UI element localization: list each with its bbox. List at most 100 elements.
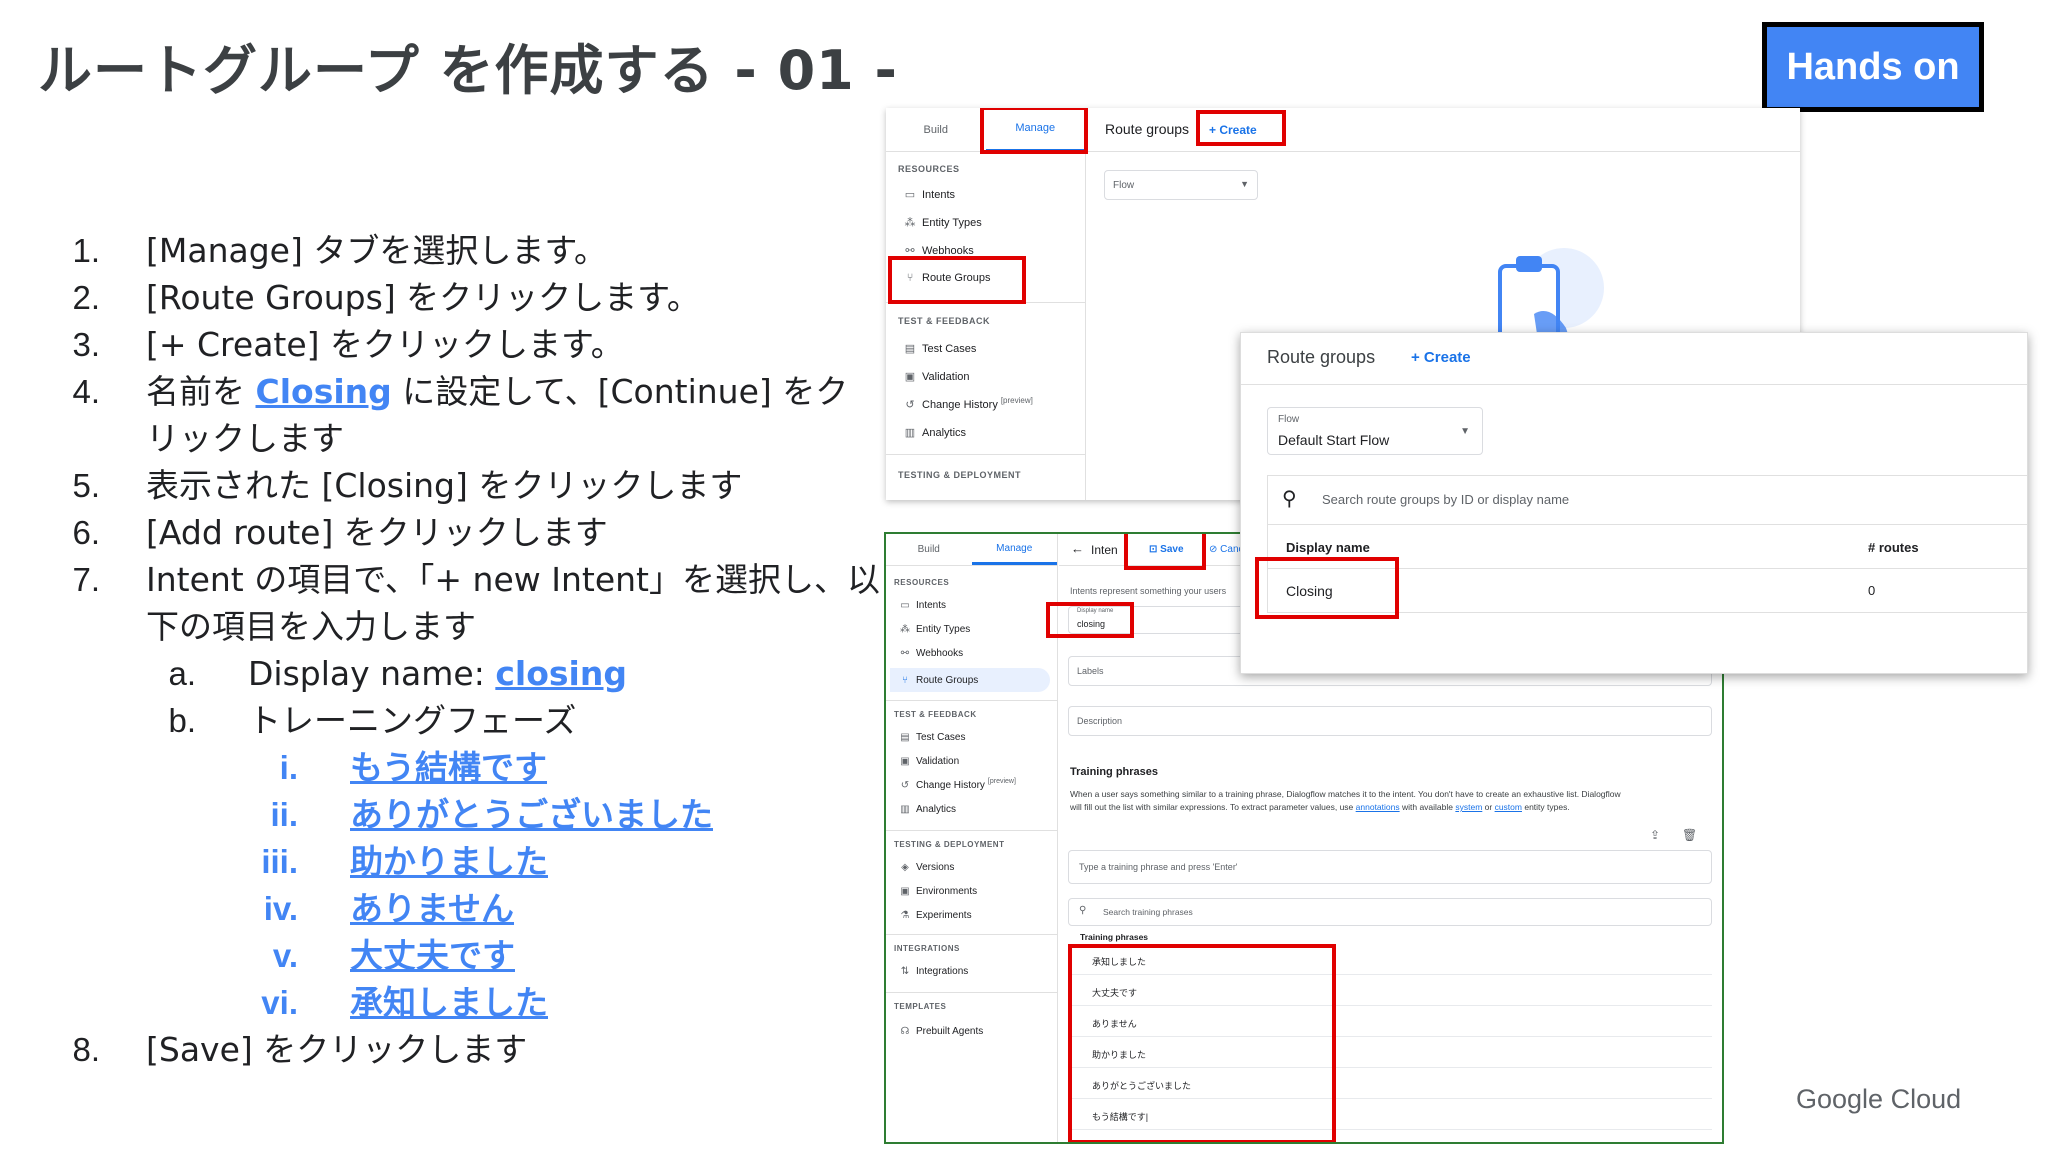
tab-build[interactable]: Build [886,108,986,152]
phrase-link[interactable]: 承知しました [350,980,548,1026]
closing-display-name-link[interactable]: closing [495,654,627,693]
highlight-training-phrases [1068,944,1336,1142]
phrase-number: i. [279,749,298,786]
step-text: Intent の項目で、「+ new Intent」を選択し、以 [146,560,880,599]
integrations-icon: ⇅ [900,966,910,977]
highlight-route-groups [888,256,1026,304]
versions-icon: ◈ [901,862,909,873]
search-icon: ⚲ [1079,905,1087,916]
section-integrations: INTEGRATIONS [894,944,960,953]
system-link[interactable]: system [1455,802,1482,812]
sidebar-item-validation[interactable]: ▣ Validation [898,370,970,384]
step-text: リックします [146,419,344,458]
step-number: 4. [72,373,100,410]
test-cases-icon: ▤ [904,343,916,355]
page-title: Route groups [1267,347,1376,367]
sidebar-item-change-history[interactable]: ↺ Change History [preview] [898,396,1033,411]
sidebar-item-entity-types[interactable]: ⁂ Entity Types [894,624,970,635]
step-text: 名前を Closing に設定して、[Continue] をク [146,369,848,415]
step-number: 3. [72,326,100,363]
custom-link[interactable]: custom [1495,802,1522,812]
sidebar-item-label: Route Groups [916,674,979,686]
step-number: 2. [72,279,100,316]
sidebar-item-experiments[interactable]: ⚗ Experiments [894,910,972,921]
back-arrow-icon[interactable]: ← [1071,541,1084,556]
phrase-link[interactable]: 助かりました [350,839,548,885]
flow-select[interactable]: Flow Default Start Flow ▼ [1267,407,1483,455]
training-help-line-2: will fill out the list with similar expr… [1070,802,1570,812]
step-text: 表示された [Closing] をクリックします [146,466,743,505]
sidebar-item-intents[interactable]: ▭ Intents [894,600,946,611]
flow-select[interactable]: Flow ▼ [1104,170,1258,200]
google-cloud-logo: Google Cloud [1796,1084,1962,1114]
chevron-down-icon: ▼ [1240,179,1249,189]
sidebar-item-label: Validation [916,756,960,767]
step-number: 1. [72,232,100,269]
sidebar: Build Manage RESOURCES ▭ Intents ⁂ Entity … [886,534,1058,1142]
sidebar-item-label: Webhooks [916,648,964,659]
preview-tag: [preview] [1000,396,1033,405]
column-routes[interactable]: # routes [1868,540,1919,555]
sidebar-item-label: Analytics [922,426,967,439]
sidebar-item-entity-types[interactable]: ⁂ Entity Types [898,216,982,230]
sidebar-item-label: Test Cases [916,732,966,743]
search-input[interactable]: Search route groups by ID or display nam… [1322,492,1569,507]
sidebar-item-prebuilt-agents[interactable]: ☊ Prebuilt Agents [894,1026,984,1037]
sidebar-item-validation[interactable]: ▣ Validation [894,756,959,767]
annotations-link[interactable]: annotations [1356,802,1400,812]
column-display-name[interactable]: Display name [1286,540,1370,555]
sidebar-item-integrations[interactable]: ⇅ Integrations [894,966,968,977]
sidebar-item-intents[interactable]: ▭ Intents [898,188,955,202]
chat-icon: ▭ [900,600,910,611]
sidebar-item-analytics[interactable]: ▥ Analytics [898,426,967,440]
entity-icon: ⁂ [904,217,916,229]
highlight-closing-row [1255,557,1399,619]
analytics-icon: ▥ [900,804,910,815]
validation-icon: ▣ [900,756,910,767]
upload-icon[interactable]: ⇪ [1650,828,1660,842]
tab-build[interactable]: Build [886,534,972,565]
sidebar-item-test-cases[interactable]: ▤ Test Cases [898,342,977,356]
content-header: Route groups + Create [1241,333,2027,385]
delete-icon[interactable]: 🗑 [1682,828,1697,842]
sidebar-item-label: Intents [916,600,947,611]
step-text-post: に設定して、[Continue] をク [391,372,849,411]
step-text-pre: 名前を [146,372,256,411]
sidebar-item-label: Test Cases [922,342,977,355]
webhook-icon: ⚯ [900,648,910,659]
phrase-link[interactable]: 大丈夫です [350,933,515,979]
sidebar-item-webhooks[interactable]: ⚯ Webhooks [894,648,963,659]
flow-value: Default Start Flow [1278,432,1390,448]
chevron-down-icon: ▼ [1460,426,1470,437]
sidebar-item-label: Entity Types [922,216,982,229]
search-placeholder: Search training phrases [1103,907,1193,917]
step-text: [Route Groups] をクリックします。 [146,278,700,317]
sidebar-item-environments[interactable]: ▣ Environments [894,886,977,897]
phrase-link[interactable]: ありません [350,886,514,932]
sidebar-item-change-history[interactable]: ↺ Change History [preview] [894,778,1016,791]
training-help-text: When a user says something similar to a … [1070,788,1710,814]
phrase-link[interactable]: ありがとうございました [350,792,713,838]
training-help-line-1: When a user says something similar to a … [1070,789,1621,799]
entity-icon: ⁂ [900,624,910,635]
sidebar-item-test-cases[interactable]: ▤ Test Cases [894,732,965,743]
sidebar-item-route-groups[interactable]: ⑂ Route Groups [890,668,1050,692]
cancel-button[interactable]: ⊘ Canc [1209,544,1244,555]
search-bar[interactable]: ⚲ Search route groups by ID or display n… [1267,475,2027,525]
preview-tag: [preview] [987,778,1016,785]
sidebar: Build Manage RESOURCES ▭ Intents ⁂ Entity … [886,108,1086,500]
search-training-phrases[interactable]: ⚲ Search training phrases [1068,898,1712,926]
training-list-header: Training phrases [1080,932,1149,942]
sidebar-item-versions[interactable]: ◈ Versions [894,862,954,873]
phrase-link[interactable]: もう結構です [350,745,547,791]
tab-manage[interactable]: Manage [971,534,1057,565]
sidebar-item-label: Webhooks [922,244,974,257]
sidebar-item-label: Change History [916,780,985,791]
closing-link[interactable]: Closing [256,372,392,411]
headset-icon: ☊ [900,1026,910,1037]
description-field[interactable]: Description [1068,706,1712,736]
create-button[interactable]: + Create [1411,349,1471,366]
training-phrase-input[interactable]: Type a training phrase and press 'Enter' [1068,850,1712,884]
sidebar-item-analytics[interactable]: ▥ Analytics [894,804,956,815]
page-title: Inten [1091,543,1118,557]
